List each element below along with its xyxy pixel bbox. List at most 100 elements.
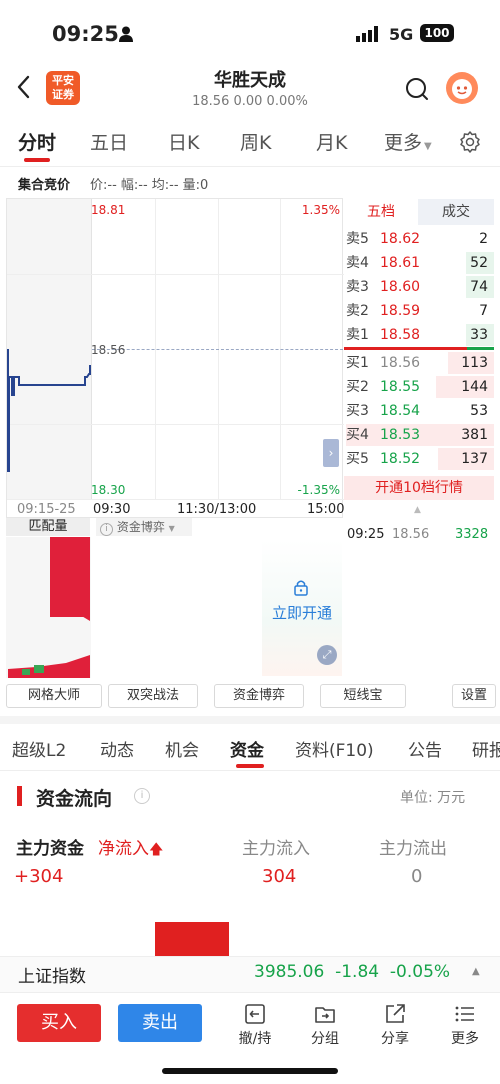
bid-volume: 381 [461,427,488,443]
time-label-open: 09:30 [93,502,131,517]
tab-announcements[interactable]: 公告 [408,736,442,761]
price-axis-low: 18.30 [91,483,126,497]
ask-label: 卖3 [346,279,369,295]
ask-label: 卖4 [346,255,369,271]
ask-label: 卖2 [346,303,369,319]
unlock-now-button[interactable]: 立即开通 [262,602,342,623]
tool-double-breakout[interactable]: 双突战法 [108,684,198,708]
main-outflow-label: 主力流出 [379,839,447,859]
pct-axis-low: -1.35% [297,483,340,497]
stock-quote: 18.56 0.00 0.00% [192,94,308,109]
active-tab-indicator [24,158,50,162]
share-button[interactable]: 分享 [370,1002,420,1048]
tab-news-feed[interactable]: 动态 [100,736,134,761]
time-label-auction: 09:15-25 [17,502,76,517]
tab-monthly-k[interactable]: 月K [316,128,347,155]
tab-daily-k[interactable]: 日K [168,128,199,155]
unit-label: 单位: 万元 [400,790,466,806]
bid-price: 18.55 [380,379,421,395]
tab-weekly-k[interactable]: 周K [240,128,271,155]
price-line [7,349,91,472]
group-button[interactable]: 分组 [300,1002,350,1048]
tool-grid-master[interactable]: 网格大师 [6,684,102,708]
ask-price: 18.61 [380,255,421,271]
tab-f10[interactable]: 资料(F10) [295,736,374,761]
fullscreen-icon[interactable]: ⤢ [317,645,337,665]
cancel-hold-button[interactable]: 撤/持 [230,1002,280,1048]
capital-game-tab[interactable]: i 资金博弈 ▼ [96,518,192,536]
tool-settings[interactable]: 设置 [452,684,496,708]
capital-flow-title: 资金流向 [36,788,113,810]
tab-research[interactable]: 研报 [472,736,500,761]
more-label: 更多 [451,1031,479,1047]
cancel-hold-icon [245,1004,265,1024]
time-label-close: 15:00 [307,502,345,517]
bid-row: 买2 18.55 144 [346,375,494,399]
tab-intraday[interactable]: 分时 [18,128,56,155]
gear-icon[interactable] [458,130,482,154]
ask-price: 18.62 [380,231,421,247]
tab-five-level[interactable]: 五档 [344,199,418,225]
buy-button[interactable]: 买入 [17,1004,101,1042]
triangle-up-icon[interactable]: ▲ [472,966,480,977]
open-10-level-button[interactable]: 开通10档行情 [344,476,494,500]
tab-trades[interactable]: 成交 [418,199,494,225]
bid-volume: 144 [461,379,488,395]
broker-logo-line1: 平安 [52,74,74,87]
ask-volume: 7 [479,303,488,319]
trade-volume: 3328 [455,527,489,542]
main-fund-value: +304 [14,866,64,887]
chevron-right-icon[interactable]: › [323,439,339,467]
index-name: 上证指数 [18,967,86,987]
bid-price: 18.53 [380,427,421,443]
stock-name: 华胜天成 [214,70,286,91]
ask-row: 卖1 18.58 33 [346,323,494,347]
bid-label: 买3 [346,403,369,419]
price-axis-high: 18.81 [91,203,126,217]
network-type: 5G [389,25,414,44]
ask-volume: 2 [479,231,488,247]
search-icon[interactable] [404,76,430,102]
group-label: 分组 [311,1031,339,1047]
divider [0,770,500,771]
tool-short-term[interactable]: 短线宝 [320,684,406,708]
tab-capital[interactable]: 资金 [230,736,264,761]
ask-row: 卖2 18.59 7 [346,299,494,323]
info-icon[interactable]: i [134,788,150,804]
auction-stats: 价:-- 幅:-- 均:-- 量:0 [90,178,209,193]
bid-volume: 137 [461,451,488,467]
time-axis: 09:15-25 09:30 11:30/13:00 15:00 [7,500,344,518]
sell-button[interactable]: 卖出 [118,1004,202,1042]
tab-opportunity[interactable]: 机会 [165,736,199,761]
info-icon: i [100,523,113,536]
more-button[interactable]: 更多 [440,1002,490,1048]
bid-row: 买1 18.56 113 [346,351,494,375]
battery-icon: 100 [420,24,454,42]
prev-close-line [92,349,343,350]
match-volume-tab[interactable]: 匹配量 [6,518,90,536]
main-outflow-value: 0 [411,866,423,887]
triangle-up-icon[interactable]: ▲ [414,505,421,515]
ask-row: 卖5 18.62 2 [346,227,494,251]
status-time: 09:25 [52,22,119,46]
avatar[interactable] [446,72,478,104]
tab-super-l2[interactable]: 超级L2 [12,736,66,761]
match-volume-chart [6,537,91,678]
tool-capital-game[interactable]: 资金博弈 [214,684,304,708]
bid-label: 买1 [346,355,369,371]
menu-icon [455,1006,474,1022]
back-arrow-icon[interactable] [14,72,34,102]
tab-more[interactable]: 更多 ▼ [384,128,432,155]
bid-row: 买3 18.54 53 [346,399,494,423]
ask-row: 卖3 18.60 74 [346,275,494,299]
home-indicator[interactable] [162,1068,338,1074]
price-axis-mid: 18.56 [91,343,126,357]
index-values: 3985.06 -1.84 -0.05% [254,962,451,982]
arrow-up-icon: 🡅 [149,842,164,858]
folder-icon [315,1007,335,1023]
intraday-chart[interactable]: 18.81 18.56 18.30 1.35% -1.35% › 09:15-2… [6,198,344,518]
tab-five-day[interactable]: 五日 [90,128,128,155]
bid-volume: 113 [461,355,488,371]
divider [0,166,500,167]
bid-label: 买5 [346,451,369,467]
